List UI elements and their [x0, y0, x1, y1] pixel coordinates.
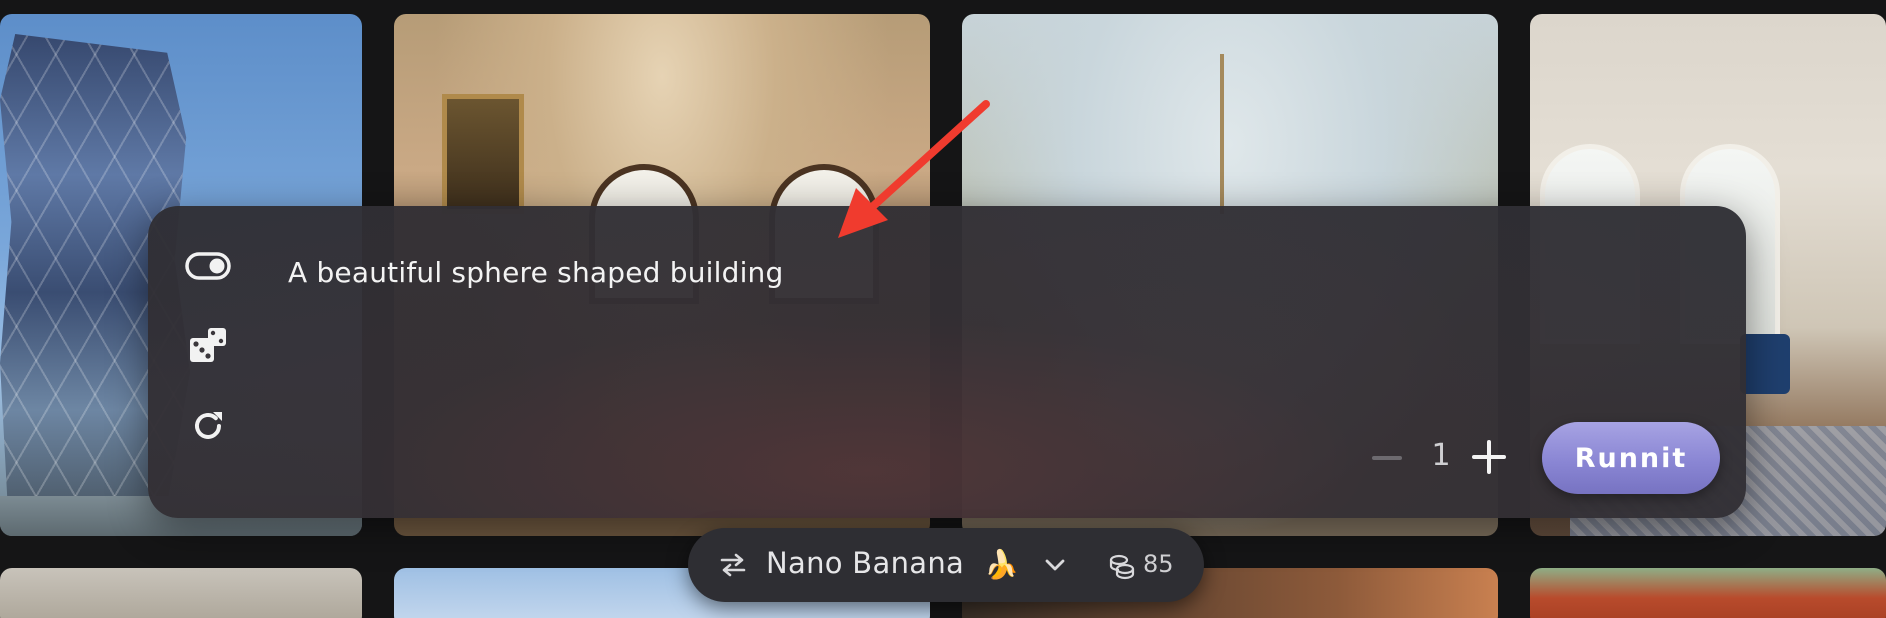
swap-icon[interactable]	[718, 552, 748, 578]
toggle-icon[interactable]	[184, 242, 232, 290]
gallery-image-row2-1[interactable]	[0, 568, 362, 618]
refresh-icon[interactable]	[184, 402, 232, 450]
chevron-down-icon[interactable]	[1044, 558, 1066, 572]
banana-emoji: 🍌	[984, 548, 1019, 581]
coins-icon	[1108, 552, 1136, 580]
increase-quantity-button[interactable]	[1472, 440, 1506, 474]
credit-count: 85	[1143, 550, 1174, 578]
model-selector[interactable]: Nano Banana 🍌 85	[688, 528, 1204, 602]
model-name: Nano Banana	[766, 546, 965, 580]
prompt-input[interactable]: A beautiful sphere shaped building	[288, 256, 1488, 289]
prompt-panel: A beautiful sphere shaped building 1 Run…	[148, 206, 1746, 518]
runnit-button[interactable]: Runnit	[1542, 422, 1720, 494]
quantity-value: 1	[1431, 438, 1451, 473]
gallery-image-row2-4[interactable]	[1530, 568, 1886, 618]
dice-icon[interactable]	[184, 322, 232, 370]
painting-frame	[442, 94, 524, 214]
chandelier	[1220, 54, 1224, 214]
decrease-quantity-button[interactable]	[1372, 456, 1402, 460]
armchair	[1740, 334, 1790, 394]
